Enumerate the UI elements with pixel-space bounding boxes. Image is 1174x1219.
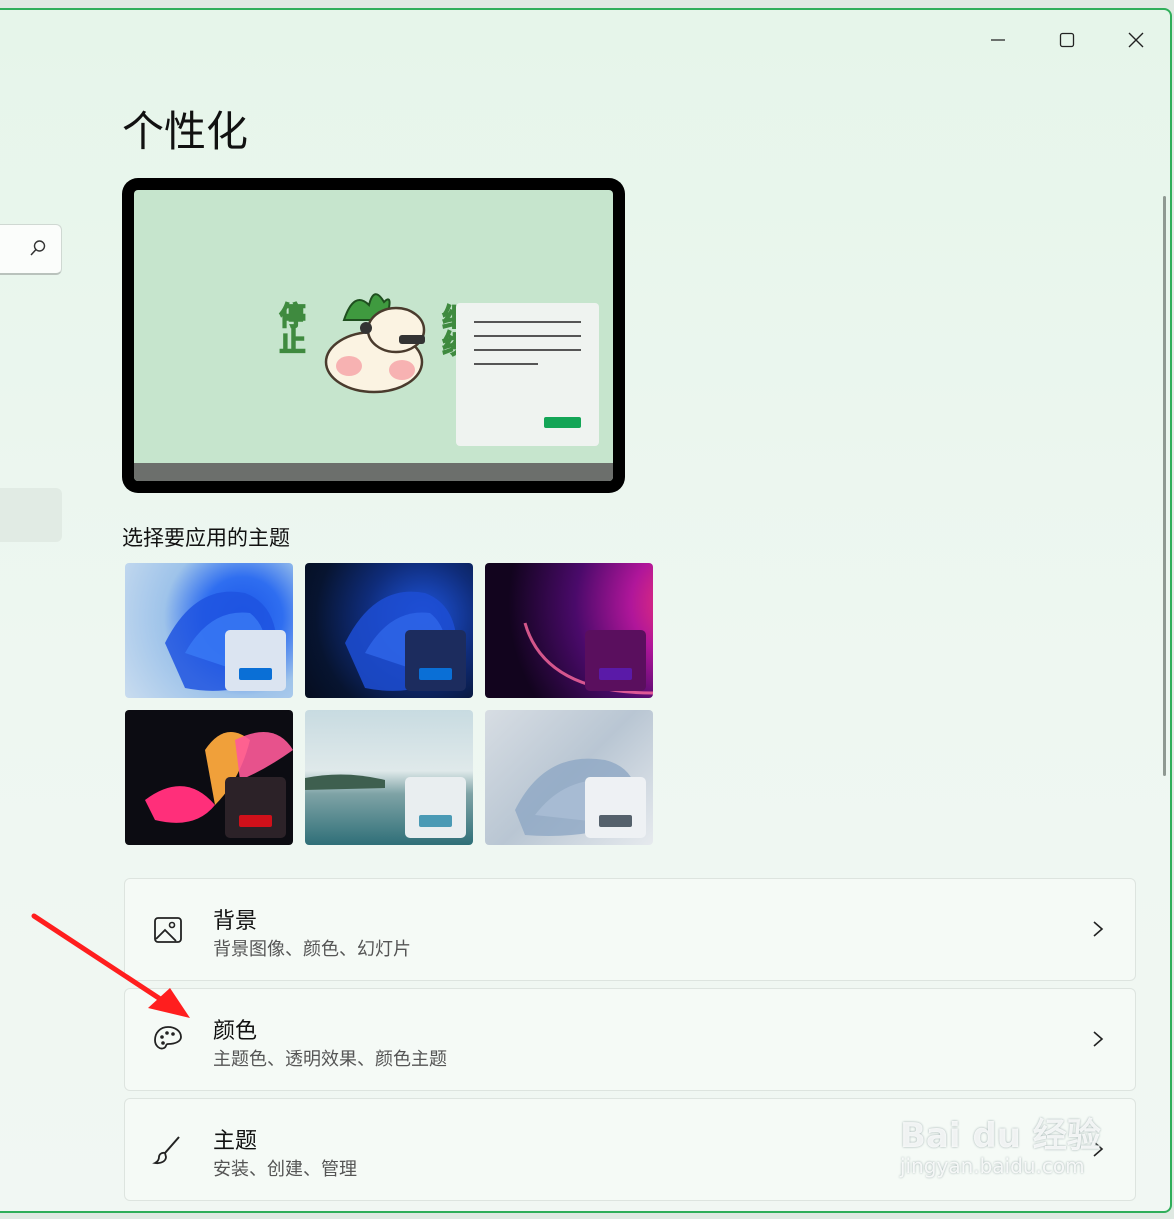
- theme-windows-dark[interactable]: [305, 563, 473, 698]
- chevron-right-icon: [1093, 1031, 1104, 1047]
- chevron-right-icon: [1093, 921, 1104, 937]
- card-title: 主题: [213, 1129, 258, 1154]
- maximize-button[interactable]: [1044, 22, 1090, 58]
- theme-windows-light[interactable]: [125, 563, 293, 698]
- theme-mini-window: [585, 630, 646, 691]
- close-icon: [1128, 32, 1144, 48]
- themes-label: 选择要应用的主题: [122, 526, 290, 550]
- theme-mini-window: [585, 777, 646, 838]
- theme-glow[interactable]: [485, 563, 653, 698]
- preview-line: [474, 335, 581, 337]
- theme-accent-bar: [239, 668, 272, 680]
- theme-accent-bar: [239, 815, 272, 827]
- theme-accent-bar: [419, 668, 452, 680]
- card-subtitle: 背景图像、颜色、幻灯片: [213, 939, 411, 960]
- watermark: Bai du 经验 jingyan.baidu.com: [900, 1116, 1101, 1179]
- annotation-arrow: [31, 913, 190, 1018]
- theme-preview: 停止 继续: [122, 178, 625, 493]
- minimize-icon: [991, 39, 1005, 41]
- theme-mini-window: [225, 777, 286, 838]
- scrollbar[interactable]: [1163, 196, 1166, 776]
- color-setting[interactable]: 颜色 主题色、透明效果、颜色主题: [124, 988, 1136, 1091]
- watermark-logo: Bai du 经验: [900, 1116, 1101, 1156]
- preview-accent-button: [544, 417, 581, 428]
- close-button[interactable]: [1113, 22, 1159, 58]
- preview-line: [474, 363, 538, 365]
- card-subtitle: 主题色、透明效果、颜色主题: [213, 1049, 447, 1070]
- theme-mini-window: [405, 777, 466, 838]
- minimize-button[interactable]: [975, 22, 1021, 58]
- brush-icon: [152, 1136, 180, 1165]
- preview-screen: 停止 继续: [134, 190, 613, 481]
- theme-sunrise[interactable]: [305, 710, 473, 845]
- preview-line: [474, 321, 581, 323]
- theme-captured-motion[interactable]: [125, 710, 293, 845]
- preview-taskbar: [134, 463, 613, 481]
- card-subtitle: 安装、创建、管理: [213, 1159, 357, 1180]
- theme-mini-window: [225, 630, 286, 691]
- preview-sticker-text-left: 停止: [274, 301, 306, 355]
- settings-window: 个性化 停止 继续 选择要应用的主题 背景 背景图像、颜色、幻灯片 颜色 主题色…: [0, 8, 1172, 1213]
- search-input[interactable]: [0, 224, 62, 275]
- watermark-url: jingyan.baidu.com: [900, 1154, 1085, 1179]
- sidebar-item-personalization[interactable]: [0, 488, 62, 542]
- maximize-icon: [1059, 32, 1075, 48]
- theme-mini-window: [405, 630, 466, 691]
- background-setting[interactable]: 背景 背景图像、颜色、幻灯片: [124, 878, 1136, 981]
- theme-accent-bar: [419, 815, 452, 827]
- preview-wallpaper-character: [324, 293, 426, 394]
- preview-window: [456, 303, 599, 446]
- theme-accent-bar: [599, 668, 632, 680]
- theme-accent-bar: [599, 815, 632, 827]
- theme-flow[interactable]: [485, 710, 653, 845]
- page-title: 个性化: [122, 107, 249, 156]
- search-icon: [30, 240, 46, 256]
- preview-line: [474, 349, 581, 351]
